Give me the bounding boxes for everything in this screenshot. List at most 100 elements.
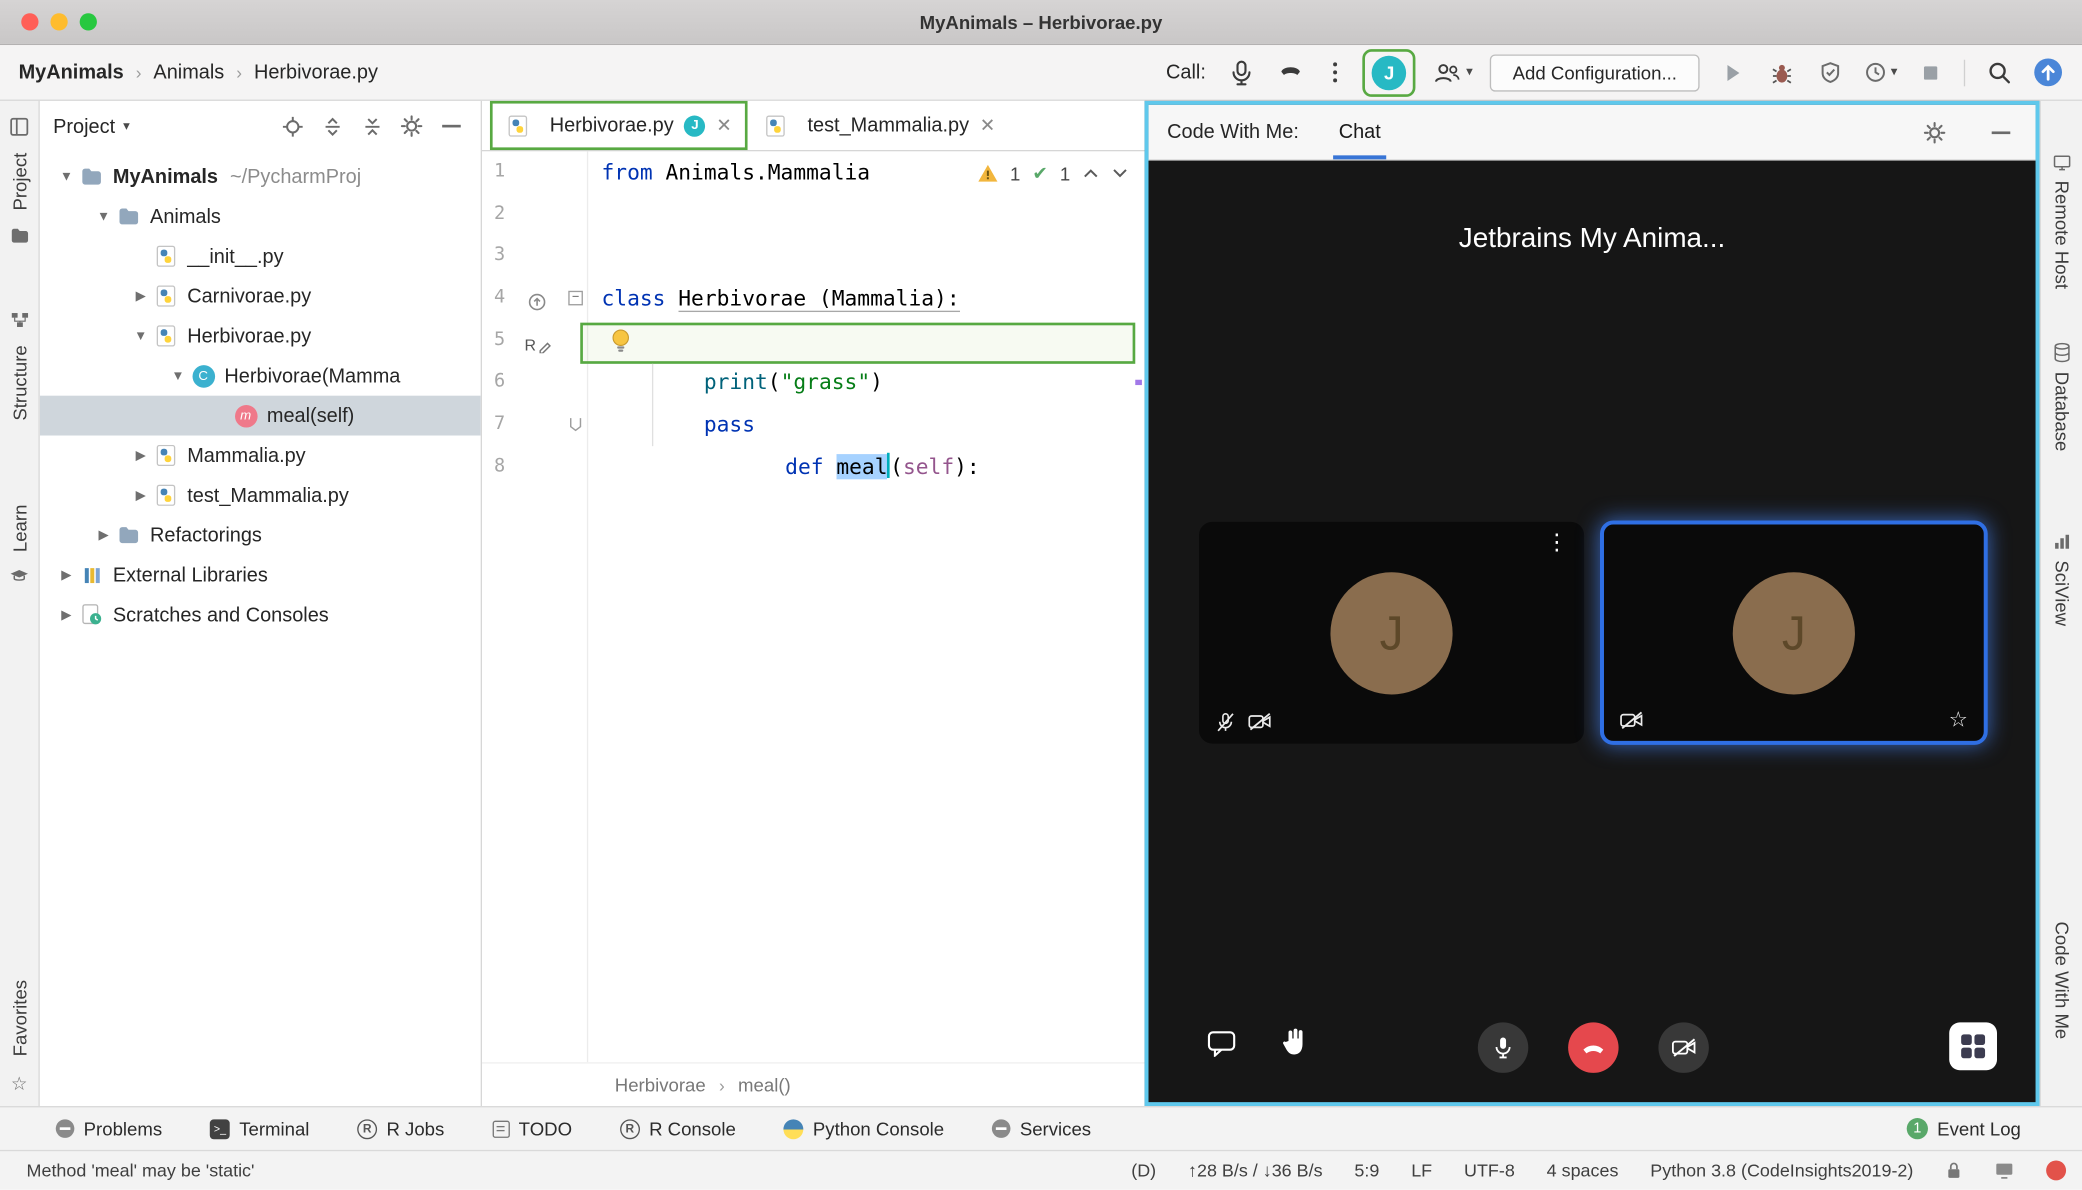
sidebar-item-favorites[interactable]: Favorites <box>9 980 30 1056</box>
sidebar-item-remote-host[interactable]: Remote Host <box>2041 154 2082 289</box>
profiler-menu[interactable]: ▾ <box>1864 61 1897 84</box>
tool-button-problems[interactable]: Problems <box>55 1118 162 1139</box>
sidebar-item-code-with-me[interactable]: Code With Me <box>2041 921 2082 1039</box>
more-options-icon[interactable] <box>1324 56 1345 88</box>
chevron-down-icon[interactable]: ▼ <box>127 329 154 344</box>
close-icon[interactable]: ✕ <box>980 114 996 137</box>
chevron-down-icon[interactable]: ▼ <box>53 169 80 184</box>
project-view-selector[interactable]: Project <box>53 115 115 138</box>
tree-item-test-mammalia[interactable]: ▶ test_Mammalia.py <box>40 475 481 515</box>
hide-panel-icon[interactable] <box>436 110 468 142</box>
line-ending[interactable]: LF <box>1411 1160 1432 1180</box>
code-line-6[interactable]: print("grass") <box>588 362 1144 404</box>
tab-chat[interactable]: Chat <box>1333 105 1386 160</box>
fold-end-marker-icon[interactable] <box>568 417 583 432</box>
zoom-window-button[interactable] <box>79 13 97 31</box>
pin-star-icon[interactable]: ☆ <box>1949 706 1968 733</box>
tree-item-scratches[interactable]: ▶ Scratches and Consoles <box>40 595 481 635</box>
inspections-widget[interactable]: 1 ✔ 1 <box>977 162 1129 185</box>
tree-item-herbivorae[interactable]: ▼ Herbivorae.py <box>40 316 481 356</box>
participant-tile-active[interactable]: J ☆ <box>1599 520 1988 745</box>
sidebar-item-structure[interactable]: Structure <box>9 345 30 420</box>
collapse-all-icon[interactable] <box>356 110 388 142</box>
breadcrumb-method[interactable]: meal() <box>738 1074 791 1095</box>
tool-button-event-log[interactable]: 1 Event Log <box>1906 1118 2021 1140</box>
camera-button[interactable] <box>1658 1022 1709 1073</box>
locate-file-icon[interactable] <box>276 110 308 142</box>
sidebar-item-project[interactable]: Project <box>9 153 30 211</box>
settings-icon[interactable] <box>1919 116 1951 148</box>
more-options-icon[interactable]: ⋮ <box>1546 530 1569 557</box>
collaborator-avatar[interactable]: J <box>1371 55 1407 90</box>
interpreter[interactable]: Python 3.8 (CodeInsights2019-2) <box>1650 1160 1913 1180</box>
tab-herbivorae[interactable]: Herbivorae.py J ✕ <box>489 100 748 151</box>
lock-icon[interactable] <box>1945 1160 1962 1180</box>
close-window-button[interactable] <box>21 13 39 31</box>
search-icon[interactable] <box>1982 56 2014 88</box>
caret-position[interactable]: 5:9 <box>1354 1160 1379 1180</box>
tree-item-refactorings[interactable]: ▶ Refactorings <box>40 515 481 555</box>
phone-call-icon[interactable] <box>1275 56 1307 88</box>
tool-button-r-jobs[interactable]: R R Jobs <box>357 1118 444 1139</box>
tool-button-todo[interactable]: TODO <box>492 1118 572 1139</box>
tree-item-myanimals[interactable]: ▼ MyAnimals ~/PycharmProj <box>40 157 481 197</box>
hide-panel-icon[interactable] <box>1985 116 2017 148</box>
encoding[interactable]: UTF-8 <box>1464 1160 1515 1180</box>
editor-body[interactable]: 1 2 3 4 − 5 R 6 7 8 from Animals.Mammali… <box>481 151 1145 1063</box>
tool-button-terminal[interactable]: >_ Terminal <box>209 1118 309 1139</box>
debug-icon[interactable] <box>1766 56 1798 88</box>
tree-item-animals[interactable]: ▼ Animals <box>40 197 481 237</box>
code-area[interactable]: from Animals.Mammalia class Herbivorae (… <box>580 151 1144 1062</box>
tree-item-external-libraries[interactable]: ▶ External Libraries <box>40 555 481 595</box>
status-d-indicator[interactable]: (D) <box>1131 1160 1156 1180</box>
sidebar-item-sciview[interactable]: SciView <box>2041 532 2082 626</box>
expand-all-icon[interactable] <box>316 110 348 142</box>
participant-tile[interactable]: ⋮ J <box>1199 521 1585 744</box>
tool-button-services[interactable]: Services <box>991 1118 1091 1139</box>
microphone-icon[interactable] <box>1226 56 1258 88</box>
add-configuration-button[interactable]: Add Configuration... <box>1490 53 1700 91</box>
code-line-2[interactable] <box>588 193 1144 235</box>
breadcrumb-folder[interactable]: Animals <box>153 61 224 84</box>
tree-item-herbivorae-class[interactable]: ▼ C Herbivorae(Mamma <box>40 356 481 396</box>
chevron-down-icon[interactable]: ▼ <box>165 368 192 383</box>
stop-icon[interactable] <box>1915 56 1947 88</box>
tree-item-mammalia[interactable]: ▶ Mammalia.py <box>40 436 481 476</box>
sidebar-item-learn[interactable]: Learn <box>9 505 30 553</box>
minimize-window-button[interactable] <box>50 13 68 31</box>
tree-item-init[interactable]: __init__.py <box>40 236 481 276</box>
code-line-3[interactable] <box>588 236 1144 278</box>
chevron-right-icon[interactable]: ▶ <box>90 528 117 543</box>
chevron-down-icon[interactable]: ▼ <box>90 209 117 224</box>
breadcrumb-file[interactable]: Herbivorae.py <box>254 61 378 84</box>
chevron-right-icon[interactable]: ▶ <box>127 448 154 463</box>
tree-item-carnivorae[interactable]: ▶ Carnivorae.py <box>40 276 481 316</box>
chevron-right-icon[interactable]: ▶ <box>127 488 154 503</box>
close-icon[interactable]: ✕ <box>716 114 732 137</box>
notification-dot[interactable] <box>2046 1160 2067 1181</box>
settings-icon[interactable] <box>396 110 428 142</box>
microphone-button[interactable] <box>1477 1022 1529 1073</box>
sidebar-item-database[interactable]: Database <box>2041 342 2082 451</box>
tool-button-r-console[interactable]: R R Console <box>619 1118 736 1139</box>
breadcrumb-class[interactable]: Herbivorae <box>615 1074 706 1095</box>
breadcrumb-project[interactable]: MyAnimals <box>19 61 124 84</box>
status-message[interactable]: Method 'meal' may be 'static' <box>27 1160 255 1180</box>
chevron-up-icon[interactable] <box>1082 167 1099 179</box>
tree-item-meal-method[interactable]: m meal(self) <box>39 395 481 436</box>
screen-reader-icon[interactable] <box>1994 1162 2014 1179</box>
chevron-down-icon[interactable] <box>1111 167 1128 179</box>
active-collaborator-frame[interactable]: J <box>1362 48 1416 97</box>
tab-test-mammalia[interactable]: test_Mammalia.py ✕ <box>748 101 1012 150</box>
tool-button-python-console[interactable]: Python Console <box>783 1118 944 1139</box>
run-icon[interactable] <box>1717 56 1749 88</box>
raise-hand-icon[interactable] <box>1279 1025 1308 1064</box>
code-line-7[interactable]: pass <box>588 404 1144 446</box>
code-line-8[interactable] <box>588 446 1144 488</box>
code-line-5[interactable]: def meal (self): <box>580 320 1144 480</box>
chevron-right-icon[interactable]: ▶ <box>53 568 80 583</box>
update-available-icon[interactable] <box>2032 56 2064 88</box>
chevron-right-icon[interactable]: ▶ <box>127 289 154 304</box>
end-call-button[interactable] <box>1568 1022 1619 1073</box>
layout-grid-button[interactable] <box>1949 1022 1998 1071</box>
